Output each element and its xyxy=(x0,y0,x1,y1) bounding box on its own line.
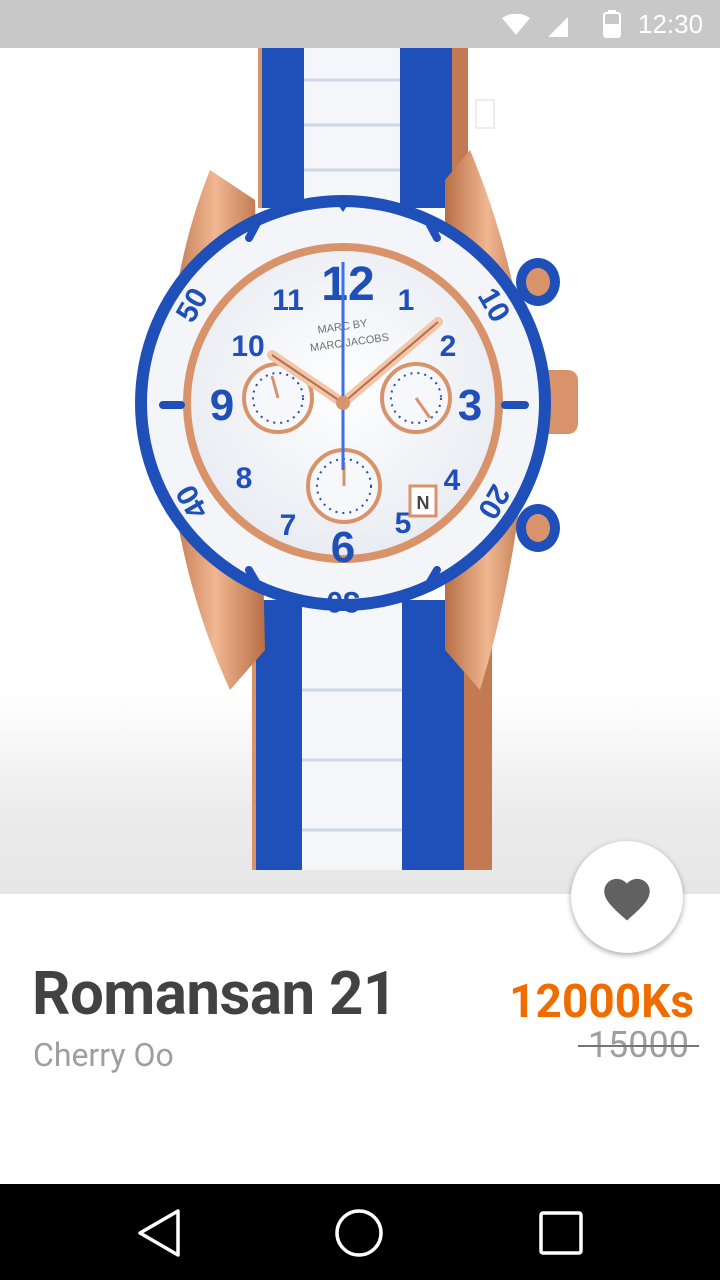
dial-number-10: 10 xyxy=(231,330,264,363)
strikethrough-line xyxy=(577,1045,699,1047)
navigation-bar xyxy=(0,1184,720,1280)
status-time: 12:30 xyxy=(638,9,704,39)
dial-number-6: 6 xyxy=(331,523,355,572)
original-price: 15000 xyxy=(577,1024,699,1066)
watch-product-image: 10 20 30 40 50 12 1 2 3 4 5 6 7 8 9 10 1… xyxy=(135,48,578,870)
battery-icon xyxy=(603,10,621,38)
dial-number-2: 2 xyxy=(440,330,457,363)
dial-number-8: 8 xyxy=(236,462,253,495)
status-bar: 12:30 xyxy=(0,0,720,48)
product-name: Romansan 21 xyxy=(32,958,397,1029)
seller-name[interactable]: Cherry Oo xyxy=(33,1036,174,1074)
heart-icon xyxy=(604,878,650,921)
favorite-button[interactable] xyxy=(571,841,683,953)
dial-number-12: 12 xyxy=(321,258,374,311)
dial-number-7: 7 xyxy=(280,509,297,542)
dial-number-3: 3 xyxy=(458,381,482,430)
date-window: N xyxy=(417,493,430,513)
dial-number-11: 11 xyxy=(272,284,304,317)
home-icon[interactable] xyxy=(334,1208,384,1258)
recents-icon[interactable] xyxy=(536,1208,586,1258)
dial-number-4: 4 xyxy=(444,464,461,497)
product-image[interactable]: 10 20 30 40 50 12 1 2 3 4 5 6 7 8 9 10 1… xyxy=(0,48,720,894)
dial-number-9: 9 xyxy=(210,381,234,430)
product-price: 12000Ks xyxy=(509,975,694,1029)
bezel-number: 30 xyxy=(326,585,359,618)
signal-icon xyxy=(548,17,568,37)
wifi-icon xyxy=(502,14,530,35)
upper-strap xyxy=(258,48,468,208)
dial-number-1: 1 xyxy=(398,284,415,317)
back-icon[interactable] xyxy=(134,1208,184,1258)
